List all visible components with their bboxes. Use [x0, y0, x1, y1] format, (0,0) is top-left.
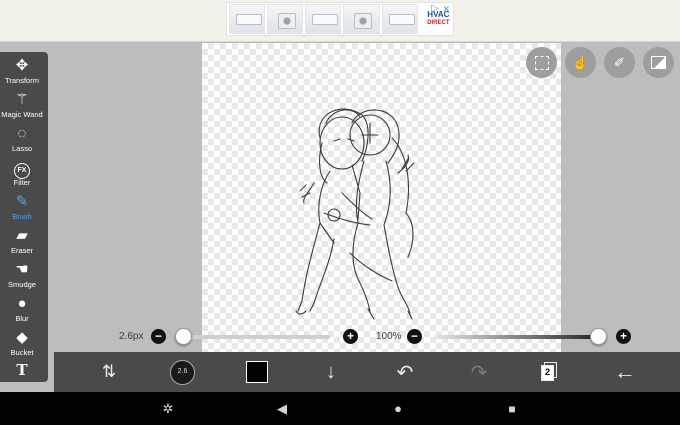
- flip-swap-icon[interactable]: ⇅: [92, 352, 126, 392]
- opacity-increase-button[interactable]: +: [616, 329, 631, 344]
- undo-icon[interactable]: ↶: [388, 352, 422, 392]
- tool-transform[interactable]: ✥ Transform: [0, 56, 44, 90]
- image-button[interactable]: [643, 47, 674, 78]
- tool-brush[interactable]: ✎ Brush: [0, 192, 44, 226]
- adchoices-icon[interactable]: ▷: [431, 3, 439, 14]
- tool-label: Smudge: [8, 280, 36, 289]
- tool-eraser[interactable]: ▰ Eraser: [0, 226, 44, 260]
- close-icon[interactable]: ✕: [442, 4, 450, 15]
- color-swatch[interactable]: [246, 361, 268, 383]
- tool-label: Blur: [15, 314, 29, 323]
- system-navigation-bar: ✲ ◀ ● ■: [0, 392, 680, 425]
- ad-ac-outdoor-unit-image[interactable]: [267, 4, 304, 34]
- tool-blur[interactable]: ● Blur: [0, 294, 44, 328]
- ad-banner: HVAC DIRECT ▷ ✕: [0, 0, 680, 42]
- touch-gesture-icon: ☝: [572, 54, 589, 70]
- recents-square-icon[interactable]: ■: [502, 392, 522, 425]
- blur-drop-icon: ●: [17, 295, 27, 312]
- ad-brand-line2: DIRECT: [427, 20, 450, 26]
- bottom-toolbar: ⇅ 2.6 ↓ ↶ ↷ 2 ←: [54, 352, 680, 392]
- text-tool-icon: T: [16, 361, 28, 379]
- ad-ac-cassette-image[interactable]: [343, 4, 380, 34]
- screenshot-sparkle-icon[interactable]: ✲: [158, 392, 178, 425]
- tool-label: Lasso: [11, 144, 32, 153]
- tool-label: Filter: [13, 178, 31, 187]
- tool-filter[interactable]: FX Filter: [0, 158, 44, 192]
- tool-palette: ✥ Transform ⚚ Magic Wand ◌ Lasso FX Filt…: [0, 52, 48, 382]
- selection-icon: [534, 55, 549, 70]
- brush-preview-icon[interactable]: 2.6: [170, 360, 195, 385]
- tool-magic-wand[interactable]: ⚚ Magic Wand: [0, 90, 44, 124]
- opacity-decrease-button[interactable]: −: [407, 329, 422, 344]
- bucket-icon: ◆: [16, 329, 28, 346]
- layer-count: 2: [541, 365, 554, 381]
- sketch-artwork: [295, 108, 415, 320]
- move-arrows-icon: ✥: [15, 57, 29, 74]
- tool-label: Bucket: [10, 348, 34, 357]
- gesture-button[interactable]: ☝: [565, 47, 596, 78]
- back-triangle-icon[interactable]: ◀: [272, 392, 292, 425]
- fx-icon: FX: [0, 158, 44, 179]
- brush-size-decrease-button[interactable]: −: [151, 329, 166, 344]
- eraser-icon: ▰: [16, 227, 28, 244]
- magic-wand-icon: ⚚: [15, 91, 29, 108]
- tool-smudge[interactable]: ☚ Smudge: [0, 260, 44, 294]
- image-icon: [651, 56, 666, 69]
- tool-bucket[interactable]: ◆ Bucket: [0, 328, 44, 362]
- tool-label: Magic Wand: [1, 110, 43, 119]
- lasso-icon: ◌: [17, 125, 27, 142]
- download-arrow-icon[interactable]: ↓: [314, 352, 348, 392]
- ad-creative[interactable]: HVAC DIRECT ▷ ✕: [226, 2, 454, 36]
- tool-text[interactable]: T: [0, 360, 44, 394]
- brush-size-value: 2.6px: [119, 331, 144, 342]
- ruler-pen-icon: ✐: [614, 54, 625, 70]
- tool-label: Brush: [12, 212, 32, 221]
- selection-button[interactable]: [526, 47, 557, 78]
- brush-opacity-slider[interactable]: [434, 335, 606, 339]
- home-circle-icon[interactable]: ●: [388, 392, 408, 425]
- brush-icon: ✎: [15, 193, 29, 210]
- tool-lasso[interactable]: ◌ Lasso: [0, 124, 44, 158]
- tool-label: Eraser: [10, 246, 34, 255]
- drawing-canvas[interactable]: [202, 43, 561, 365]
- redo-icon: ↷: [470, 361, 488, 384]
- brush-opacity-value: 100%: [376, 331, 402, 342]
- ad-ac-mini-split-image[interactable]: [381, 4, 418, 34]
- back-arrow-icon[interactable]: ←: [608, 352, 642, 392]
- ad-ac-wall-unit-image[interactable]: [305, 4, 342, 34]
- smudge-icon: ☚: [15, 261, 29, 278]
- ruler-button[interactable]: ✐: [604, 47, 635, 78]
- brush-size-increase-button[interactable]: +: [343, 329, 358, 344]
- brush-size-slider-handle[interactable]: [175, 328, 192, 345]
- ad-ac-wall-unit-image[interactable]: [229, 4, 266, 34]
- tool-label: Transform: [5, 76, 39, 85]
- brush-opacity-slider-handle[interactable]: [590, 328, 607, 345]
- brush-size-slider[interactable]: [180, 335, 330, 339]
- layers-button[interactable]: 2: [541, 362, 557, 381]
